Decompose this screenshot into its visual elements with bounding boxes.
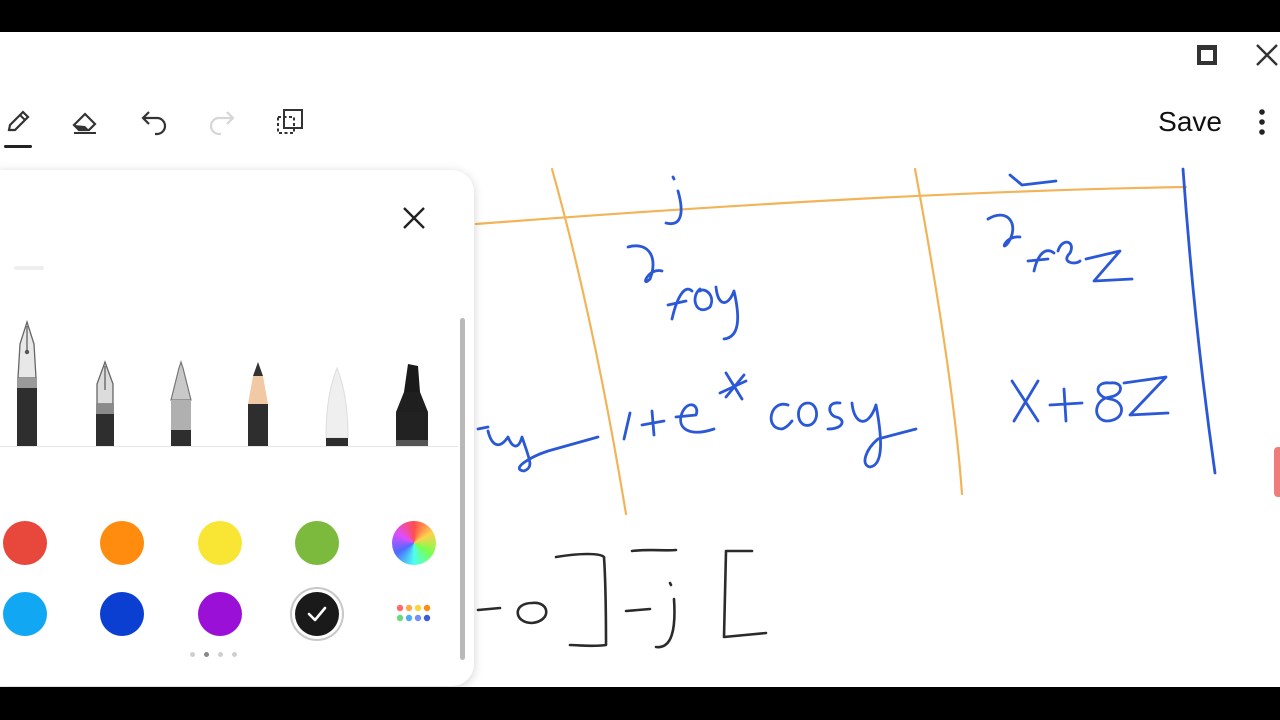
- ballpoint-pen-icon[interactable]: [167, 360, 195, 446]
- eraser-tool-button[interactable]: [67, 104, 103, 140]
- color-red-swatch[interactable]: [3, 521, 47, 565]
- maximize-button[interactable]: [1192, 40, 1222, 70]
- more-colors-button[interactable]: [392, 592, 436, 636]
- palette-dots-icon: [396, 604, 431, 622]
- undo-button[interactable]: [136, 104, 172, 140]
- panel-divider: [0, 446, 458, 447]
- maximize-icon: [1197, 45, 1217, 65]
- pen-type-list: [0, 310, 456, 446]
- page-dot[interactable]: [232, 652, 237, 657]
- pen-settings-panel: [0, 170, 474, 686]
- undo-icon: [141, 111, 167, 136]
- panel-handle: [14, 266, 44, 270]
- color-light-blue-swatch[interactable]: [3, 592, 47, 636]
- checkmark-icon: [307, 606, 327, 622]
- pen-tool-button[interactable]: [0, 104, 36, 148]
- lasso-select-button[interactable]: [272, 104, 308, 140]
- lasso-select-icon: [277, 109, 303, 134]
- close-window-button[interactable]: [1252, 40, 1280, 70]
- close-icon: [1256, 44, 1278, 66]
- page-dot-current[interactable]: [204, 652, 209, 657]
- highlighter-icon[interactable]: [322, 366, 352, 446]
- save-button[interactable]: Save: [1158, 104, 1222, 140]
- handwritten-bracket-expression: [476, 548, 768, 649]
- close-panel-button[interactable]: [396, 200, 432, 236]
- marker-icon[interactable]: [394, 362, 430, 446]
- side-panel-tab[interactable]: [1274, 447, 1280, 497]
- color-green-swatch[interactable]: [295, 521, 339, 565]
- color-purple-swatch[interactable]: [198, 592, 242, 636]
- panel-scrollbar[interactable]: [460, 318, 465, 660]
- eraser-icon: [72, 112, 97, 134]
- redo-button[interactable]: [204, 104, 240, 140]
- calligraphy-pen-icon[interactable]: [90, 360, 120, 446]
- page-dot[interactable]: [190, 652, 195, 657]
- pen-icon: [7, 110, 30, 132]
- more-vertical-icon: [1259, 109, 1265, 135]
- fountain-pen-icon[interactable]: [12, 318, 42, 446]
- notes-app: Save: [0, 32, 1280, 687]
- close-icon: [403, 207, 425, 229]
- color-blue-swatch[interactable]: [100, 592, 144, 636]
- color-spectrum-picker[interactable]: [392, 521, 436, 565]
- color-black-swatch[interactable]: [295, 592, 339, 636]
- redo-icon: [209, 111, 235, 136]
- more-options-button[interactable]: [1250, 104, 1274, 140]
- color-orange-swatch[interactable]: [100, 521, 144, 565]
- table-grid-lines: [474, 167, 1188, 516]
- page-dot[interactable]: [218, 652, 223, 657]
- color-yellow-swatch[interactable]: [198, 521, 242, 565]
- pencil-icon[interactable]: [244, 360, 272, 446]
- page-indicator: [190, 652, 237, 657]
